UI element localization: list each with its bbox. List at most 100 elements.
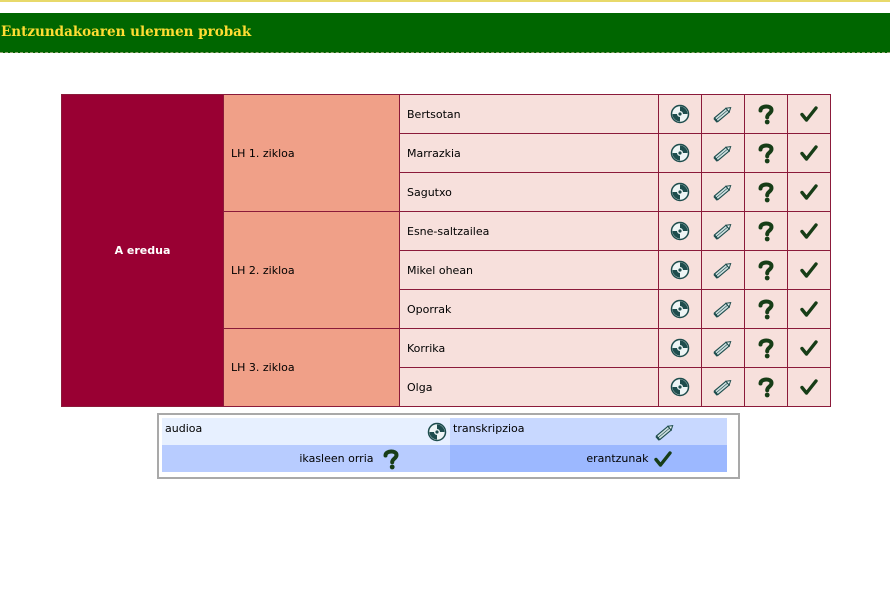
legend-student-sheet-label: ikasleen orria xyxy=(299,451,374,465)
checkmark-icon[interactable] xyxy=(800,106,818,122)
audio-cd-cell xyxy=(658,367,702,407)
audio-cd-icon[interactable] xyxy=(670,182,690,202)
test-title-cell: Korrika xyxy=(399,328,659,368)
top-accent-line xyxy=(0,0,890,2)
audio-cd-cell xyxy=(658,172,702,212)
question-mark-icon[interactable] xyxy=(756,104,776,125)
question-mark-icon xyxy=(381,449,401,469)
checkmark-cell xyxy=(787,328,831,368)
checkmark-icon[interactable] xyxy=(800,340,818,356)
checkmark-icon[interactable] xyxy=(800,223,818,239)
page-header: Entzundakoaren ulermen probak xyxy=(0,13,890,53)
audio-cd-cell xyxy=(658,250,702,290)
pencil-cell xyxy=(701,94,745,134)
question-mark-cell xyxy=(744,289,788,329)
pencil-cell xyxy=(701,328,745,368)
test-title-cell: Mikel ohean xyxy=(399,250,659,290)
question-mark-cell xyxy=(744,328,788,368)
table-row: A eredua LH 1. zikloa Bertsotan xyxy=(61,94,831,407)
legend-answers-label: erantzunak xyxy=(586,451,649,465)
question-mark-icon[interactable] xyxy=(756,338,776,359)
audio-cd-icon[interactable] xyxy=(670,260,690,280)
audio-cd-icon[interactable] xyxy=(670,221,690,241)
legend-student-sheet: ikasleen orria xyxy=(162,445,450,472)
audio-cd-icon xyxy=(427,422,447,442)
test-title: Oporrak xyxy=(407,302,452,316)
audio-cd-cell xyxy=(658,133,702,173)
test-title-cell: Sagutxo xyxy=(399,172,659,212)
test-title: Bertsotan xyxy=(407,107,461,121)
test-title: Esne-saltzailea xyxy=(407,224,490,238)
question-mark-icon[interactable] xyxy=(756,182,776,203)
legend-answers: erantzunak xyxy=(450,445,727,472)
pencil-icon[interactable] xyxy=(712,223,734,240)
test-title-cell: Olga xyxy=(399,367,659,407)
cycle-cell: LH 1. zikloa xyxy=(223,94,400,212)
test-title: Sagutxo xyxy=(407,185,452,199)
test-title: Olga xyxy=(407,380,433,394)
checkmark-icon[interactable] xyxy=(800,145,818,161)
pencil-cell xyxy=(701,289,745,329)
pencil-icon[interactable] xyxy=(712,340,734,357)
audio-cd-cell xyxy=(658,328,702,368)
pencil-cell xyxy=(701,211,745,251)
checkmark-icon xyxy=(654,450,672,467)
question-mark-icon[interactable] xyxy=(756,260,776,281)
legend-audio-label: audioa xyxy=(165,421,203,435)
pencil-icon[interactable] xyxy=(712,301,734,318)
pencil-icon xyxy=(654,422,676,442)
audio-cd-icon[interactable] xyxy=(670,338,690,358)
test-title: Korrika xyxy=(407,341,446,355)
checkmark-cell xyxy=(787,94,831,134)
cycle-cell: LH 3. zikloa xyxy=(223,328,400,407)
model-cell: A eredua xyxy=(61,94,224,407)
cycle-cell: LH 2. zikloa xyxy=(223,211,400,329)
test-title: Marrazkia xyxy=(407,146,461,160)
pencil-cell xyxy=(701,133,745,173)
question-mark-cell xyxy=(744,94,788,134)
question-mark-icon[interactable] xyxy=(756,143,776,164)
pencil-cell xyxy=(701,250,745,290)
checkmark-icon[interactable] xyxy=(800,184,818,200)
page-title: Entzundakoaren ulermen probak xyxy=(1,24,252,40)
test-title-cell: Oporrak xyxy=(399,289,659,329)
audio-cd-icon[interactable] xyxy=(670,104,690,124)
question-mark-cell xyxy=(744,250,788,290)
question-mark-cell xyxy=(744,211,788,251)
pencil-cell xyxy=(701,367,745,407)
legend-audio: audioa xyxy=(162,418,450,445)
audio-cd-icon[interactable] xyxy=(670,377,690,397)
checkmark-cell xyxy=(787,250,831,290)
question-mark-icon[interactable] xyxy=(756,221,776,242)
audio-cd-cell xyxy=(658,211,702,251)
checkmark-cell xyxy=(787,211,831,251)
pencil-icon[interactable] xyxy=(712,106,734,123)
pencil-icon[interactable] xyxy=(712,184,734,201)
checkmark-cell xyxy=(787,367,831,407)
audio-cd-icon[interactable] xyxy=(670,143,690,163)
checkmark-cell xyxy=(787,289,831,329)
checkmark-icon[interactable] xyxy=(800,379,818,395)
audio-cd-icon[interactable] xyxy=(670,299,690,319)
legend-transcript: transkripzioa xyxy=(450,418,727,445)
pencil-icon[interactable] xyxy=(712,145,734,162)
audio-cd-cell xyxy=(658,289,702,329)
test-title-cell: Bertsotan xyxy=(399,94,659,134)
pencil-icon[interactable] xyxy=(712,379,734,396)
pencil-icon[interactable] xyxy=(712,262,734,279)
question-mark-cell xyxy=(744,133,788,173)
audio-cd-cell xyxy=(658,94,702,134)
checkmark-icon[interactable] xyxy=(800,301,818,317)
listening-tests-table: A eredua LH 1. zikloa Bertsotan Marrazkia Sa… xyxy=(61,94,831,407)
question-mark-icon[interactable] xyxy=(756,377,776,398)
icon-legend: audioa transkripzioa ikasleen orria eran… xyxy=(157,413,740,479)
test-title: Mikel ohean xyxy=(407,263,474,277)
question-mark-icon[interactable] xyxy=(756,299,776,320)
pencil-cell xyxy=(701,172,745,212)
question-mark-cell xyxy=(744,367,788,407)
test-title-cell: Marrazkia xyxy=(399,133,659,173)
checkmark-icon[interactable] xyxy=(800,262,818,278)
checkmark-cell xyxy=(787,172,831,212)
question-mark-cell xyxy=(744,172,788,212)
legend-transcript-label: transkripzioa xyxy=(453,421,525,435)
